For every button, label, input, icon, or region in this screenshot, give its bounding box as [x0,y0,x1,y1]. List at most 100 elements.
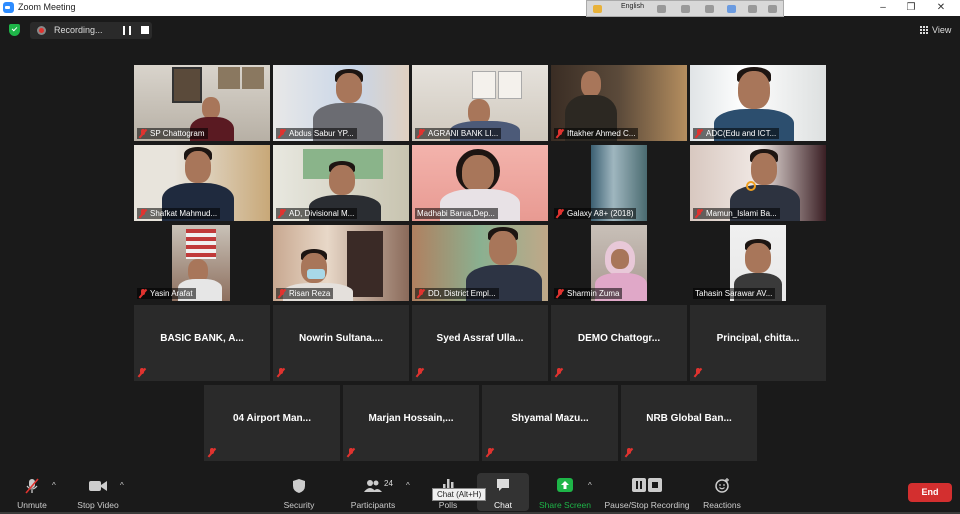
participants-icon [364,480,382,492]
minimize-button[interactable]: – [868,0,898,16]
participant-name: DEMO Chattogr... [577,333,661,344]
settings-icon[interactable] [705,5,714,13]
participant-name: Nowrin Sultana.... [299,333,383,344]
video-tile[interactable]: Mamun_Islami Ba... [690,145,826,221]
mic-muted-icon [625,448,633,457]
participant-name: Galaxy A8+ (2018) [554,208,637,219]
meeting-topbar: Recording... View [0,16,960,46]
participant-name: Shafkat Mahmud... [137,208,221,219]
ime-icon[interactable] [657,5,666,13]
unmute-button[interactable]: Unmute [10,474,54,512]
mic-muted-icon [555,368,563,377]
view-button[interactable]: View [932,25,951,35]
wall-calendar [472,71,496,99]
participant-name: Principal, chitta... [716,333,800,344]
person-head [751,153,777,185]
video-tile[interactable]: ADC(Edu and ICT... [690,65,826,141]
participant-name: ADC(Edu and ICT... [693,128,780,139]
participant-name: Tahasin Sarawar AV... [693,288,776,299]
pause-stop-recording-button[interactable]: Pause/Stop Recording [604,474,690,512]
participant-name: NRB Global Ban... [646,413,732,424]
person-head [489,231,517,265]
language-toolbar[interactable]: English [586,0,784,17]
mic-muted-icon [486,448,494,457]
grid-view-icon[interactable] [920,26,928,34]
name-tile[interactable]: NRB Global Ban... [621,385,757,461]
encryption-shield-icon[interactable] [9,24,20,36]
help-icon[interactable] [768,5,777,13]
security-label: Security [283,500,315,510]
participant-name: Madhabi Barua,Dep... [415,208,498,219]
close-button[interactable]: ✕ [926,0,956,16]
share-options-chevron-icon[interactable]: ^ [588,481,592,490]
pen-icon[interactable] [681,5,690,13]
video-camera-icon [89,481,107,491]
name-tile[interactable]: Shyamal Mazu... [482,385,618,461]
name-tile[interactable]: DEMO Chattogr... [551,305,687,381]
language-label[interactable]: English [621,3,644,10]
person-head [611,249,629,269]
name-tile[interactable]: 04 Airport Man... [204,385,340,461]
wall-flag [186,229,216,259]
stop-video-label: Stop Video [77,500,119,510]
mic-muted-icon [417,289,425,298]
pause-recording-icon[interactable] [123,26,131,35]
name-tile[interactable]: BASIC BANK, A... [134,305,270,381]
video-tile[interactable]: AD, Divisional M... [273,145,409,221]
keyboard-icon[interactable] [593,5,602,13]
stop-recording-icon[interactable] [141,26,149,34]
participant-name: Abdus Sabur YP... [276,128,357,139]
video-tile[interactable]: Galaxy A8+ (2018) [551,145,687,221]
reactions-button[interactable]: Reactions [700,474,744,512]
participant-name: Mamun_Islami Ba... [693,208,780,219]
name-tile[interactable]: Marjan Hossain,... [343,385,479,461]
share-screen-label: Share Screen [539,500,591,510]
maximize-button[interactable]: ❐ [896,0,926,16]
participant-name: AGRANI BANK LI... [415,128,502,139]
video-tile[interactable]: SP Chattogram [134,65,270,141]
participants-count: 24 [384,479,393,488]
chat-button[interactable]: Chat [480,474,526,512]
chat-bubble-icon [497,479,509,491]
video-options-chevron-icon[interactable]: ^ [120,481,124,490]
wall-frame [242,67,264,89]
window-title: Zoom Meeting [18,2,76,12]
participant-name: 04 Airport Man... [233,413,311,424]
security-button[interactable]: Security [278,474,320,512]
share-screen-button[interactable]: Share Screen [538,474,592,512]
unmute-label: Unmute [17,500,47,510]
name-tile[interactable]: Syed Assraf Ulla... [412,305,548,381]
tool-icon[interactable] [727,5,736,13]
video-tile[interactable]: Abdus Sabur YP... [273,65,409,141]
mic-muted-icon [278,209,286,218]
video-tile[interactable]: DD, District Empl... [412,225,548,301]
audio-options-chevron-icon[interactable]: ^ [52,481,56,490]
shield-icon [293,479,305,493]
mic-muted-icon [139,129,147,138]
video-tile[interactable]: Risan Reza [273,225,409,301]
wall-calendar [498,71,522,99]
end-meeting-button[interactable]: End [908,483,952,502]
person-head [336,73,362,103]
video-tile-active-speaker[interactable]: Madhabi Barua,Dep... [412,145,548,221]
video-tile[interactable]: Tahasin Sarawar AV... [690,225,826,301]
video-tile[interactable]: Shafkat Mahmud... [134,145,270,221]
participants-options-chevron-icon[interactable]: ^ [406,481,410,490]
participant-name: SP Chattogram [137,128,208,139]
video-tile[interactable]: Yasin Arafat [134,225,270,301]
participant-name: Risan Reza [276,288,334,299]
participant-name: Yasin Arafat [137,288,196,299]
participant-name: DD, District Empl... [415,288,499,299]
mic-muted-icon [139,209,147,218]
name-tile[interactable]: Nowrin Sultana.... [273,305,409,381]
mic-muted-icon [278,129,286,138]
video-tile[interactable]: AGRANI BANK LI... [412,65,548,141]
mic-muted-icon [556,289,564,298]
tool-icon[interactable] [748,5,757,13]
name-tile[interactable]: Principal, chitta... [690,305,826,381]
stop-video-button[interactable]: Stop Video [72,474,124,512]
person-head [745,243,771,273]
video-tile[interactable]: Iftakher Ahmed C... [551,65,687,141]
video-tile[interactable]: Sharmin Zuma [551,225,687,301]
participant-name: Sharmin Zuma [554,288,623,299]
